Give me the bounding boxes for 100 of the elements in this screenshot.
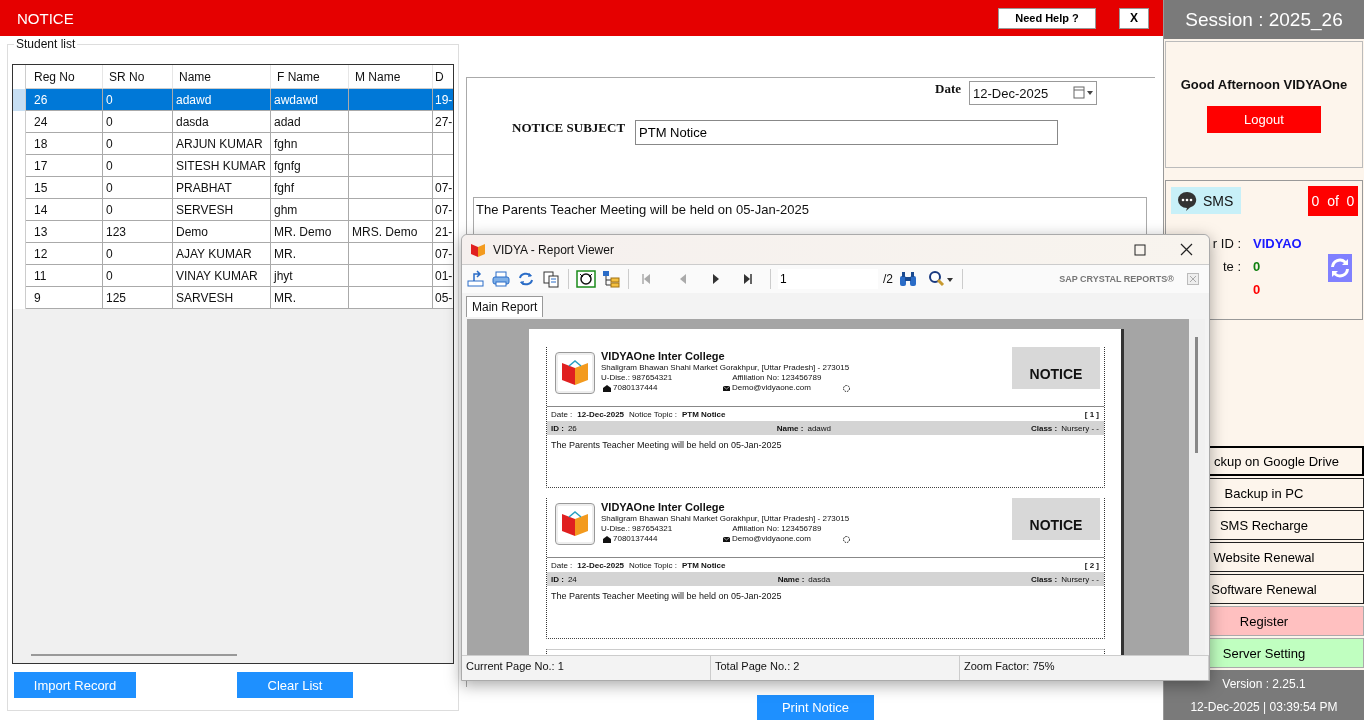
table-cell: 11	[34, 268, 47, 283]
zoom-dropdown-icon[interactable]	[927, 270, 955, 288]
print-icon[interactable]	[491, 270, 511, 288]
table-cell: 15	[34, 180, 48, 195]
table-cell: MR. Demo	[274, 224, 332, 239]
email-address: Demo@vidyaone.com	[732, 383, 811, 393]
refresh-button[interactable]	[1328, 254, 1352, 282]
table-cell: SITESH KUMAR	[176, 158, 266, 173]
table-cell: SARVESH	[176, 290, 234, 305]
udise-number: U-Dise.: 987654321	[601, 373, 673, 383]
table-cell: 12	[34, 246, 48, 261]
table-cell: 24	[34, 114, 48, 129]
date-field[interactable]: 12-Dec-2025	[969, 81, 1097, 105]
table-cell: 18	[34, 136, 48, 151]
table-cell: ARJUN KUMAR	[176, 136, 263, 151]
notice-label: NOTICE	[1012, 498, 1100, 540]
table-cell: 0	[106, 202, 113, 217]
status-text: Current Page No.: 1	[462, 656, 711, 680]
page-number-field[interactable]: 1	[778, 269, 878, 289]
table-cell: 9	[34, 290, 41, 305]
affiliation-number: Affiliation No: 123456789	[732, 524, 822, 534]
scrollbar-thumb[interactable]	[31, 654, 237, 656]
school-name: VIDYAOne Inter College	[601, 501, 726, 514]
table-cell: 01-	[435, 268, 453, 283]
name-label: Name :	[777, 574, 805, 584]
table-cell: MRS. Demo	[352, 224, 418, 239]
table-cell: 13	[34, 224, 48, 239]
table-row[interactable]: 26 0 adawd awdawd 19-	[13, 89, 453, 111]
sms-button[interactable]: SMS	[1171, 187, 1242, 214]
date-label: Date :	[551, 560, 573, 570]
report-tab[interactable]: Main Report	[466, 296, 544, 317]
calendar-icon	[1072, 86, 1094, 100]
table-cell: 0	[106, 158, 113, 173]
notice-date: 12-Dec-2025	[577, 560, 625, 570]
table-cell: fghn	[274, 136, 298, 151]
session-label: Session : 2025_26	[1164, 0, 1364, 39]
table-cell: awdawd	[274, 92, 319, 107]
brand-label: SAP CRYSTAL REPORTS®	[1059, 274, 1174, 284]
info-value: 0	[1253, 282, 1262, 299]
table-cell: jhyt	[274, 268, 293, 283]
date-label: Date :	[551, 409, 573, 419]
table-cell: 0	[106, 114, 113, 129]
date-time-label: 12-Dec-2025 | 03:39:54 PM	[1190, 699, 1338, 714]
table-cell: 0	[106, 136, 113, 151]
table-cell: 26	[34, 92, 48, 107]
table-cell: 0	[106, 92, 113, 107]
info-value: VIDYAO	[1253, 236, 1302, 253]
student-name: dasda	[808, 574, 831, 584]
scrollbar-thumb[interactable]	[1195, 337, 1198, 453]
student-class: Nursery - -	[1061, 574, 1099, 584]
table-cell: 07-	[435, 180, 453, 195]
topic-label: Notice Topic :	[629, 409, 677, 419]
close-button[interactable]: X	[1119, 7, 1149, 29]
table-cell: 0	[106, 246, 113, 261]
version-label: Version : 2.25.1	[1222, 676, 1306, 691]
subject-field[interactable]: PTM Notice	[635, 120, 1059, 145]
table-cell: 125	[106, 290, 127, 305]
tree-icon[interactable]	[601, 270, 621, 288]
table-cell: MR.	[274, 290, 296, 305]
table-cell: VINAY KUMAR	[176, 268, 258, 283]
sms-counter: 0 of 0	[1308, 186, 1358, 216]
school-name: VIDYAOne Inter College	[601, 350, 726, 363]
logout-button[interactable]: Logout	[1207, 106, 1321, 133]
notice-topic: PTM Notice	[681, 560, 726, 570]
table-cell: MR.	[274, 246, 296, 261]
refresh-icon	[1330, 258, 1350, 278]
student-name: adawd	[807, 423, 831, 433]
help-button[interactable]: Need Help ?	[998, 7, 1096, 29]
status-text: Total Page No.: 2	[711, 656, 960, 680]
table-cell: 27-	[435, 114, 453, 129]
table-cell: PRABHAT	[176, 180, 232, 195]
book-icon	[560, 360, 590, 386]
table-cell: 17	[34, 158, 48, 173]
name-label: Name :	[776, 423, 804, 433]
envelope-icon	[723, 385, 730, 391]
notice-topic: PTM Notice	[681, 409, 726, 419]
envelope-icon	[723, 536, 730, 542]
table-cell: 19-	[435, 92, 453, 107]
table-cell: 0	[106, 180, 113, 195]
field-label: Date	[935, 81, 961, 97]
book-icon	[560, 511, 590, 537]
id-label: ID :	[551, 574, 564, 584]
notice-date: 12-Dec-2025	[577, 409, 625, 419]
table-cell: fgnfg	[274, 158, 301, 173]
refresh-icon[interactable]	[516, 270, 536, 288]
group-label: Student list	[14, 37, 78, 51]
table-cell: fghf	[274, 180, 294, 195]
table-cell: Demo	[176, 224, 208, 239]
copy-icon[interactable]	[541, 270, 561, 288]
table-cell: 21-	[435, 224, 453, 239]
page-count: /2	[883, 272, 893, 286]
info-value: 0	[1253, 259, 1262, 276]
phone-number: 7080137444	[613, 383, 658, 393]
export-icon[interactable]	[466, 270, 486, 288]
table-cell: 05-	[435, 290, 453, 305]
status-text: Zoom Factor: 75%	[960, 656, 1209, 680]
student-id: 24	[567, 574, 577, 584]
record-index: [ 1 ]	[1084, 409, 1099, 419]
table-cell: 14	[34, 202, 48, 217]
phone-number: 7080137444	[613, 534, 658, 544]
